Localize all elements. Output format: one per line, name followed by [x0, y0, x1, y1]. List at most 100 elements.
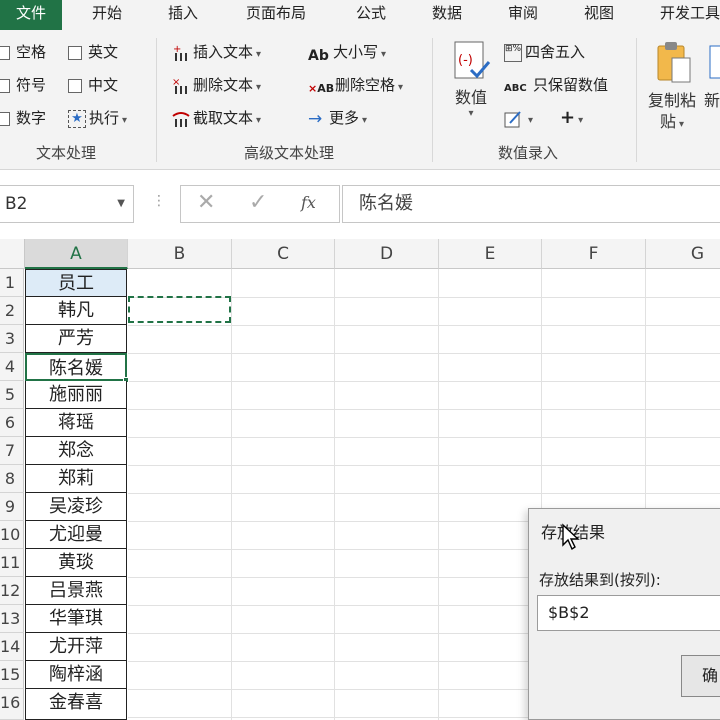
column-header-f[interactable]: F	[542, 239, 646, 269]
column-header-c[interactable]: C	[232, 239, 335, 269]
target-range-input[interactable]: $B$2	[537, 595, 720, 631]
active-cell[interactable]: 陈名媛	[25, 353, 127, 381]
numeric-group-label: 数值录入	[498, 144, 559, 162]
clipboard-icon	[657, 42, 691, 83]
column-header-b[interactable]: B	[128, 239, 232, 269]
table-cell[interactable]: 华筆琪	[25, 605, 127, 633]
confirm-button[interactable]: 确	[681, 655, 720, 697]
star-icon: ★	[68, 109, 86, 128]
chinese-checkbox[interactable]: 中文	[68, 73, 118, 97]
select-all-corner[interactable]	[0, 239, 25, 269]
table-cell[interactable]: 尤开萍	[25, 633, 127, 661]
execute-button[interactable]: ★ 执行 ▾	[68, 106, 127, 130]
group-divider	[636, 38, 637, 162]
ribbon-tab-bar: 文件 开始 插入 页面布局 公式 数据 审阅 视图 开发工具	[0, 0, 720, 30]
row-header[interactable]: 3	[0, 325, 24, 353]
cancel-icon[interactable]: ✕	[197, 190, 215, 215]
copy-paste-button[interactable]: 复制粘 贴 ▾	[642, 40, 702, 150]
tab-insert[interactable]: 插入	[168, 0, 198, 30]
tab-view[interactable]: 视图	[584, 0, 614, 30]
row-header[interactable]: 12	[0, 577, 24, 605]
row-header[interactable]: 4	[0, 353, 24, 381]
gridline	[128, 381, 720, 382]
tab-file[interactable]: 文件	[0, 0, 62, 30]
confirm-icon[interactable]: ✓	[249, 190, 267, 215]
symbol-checkbox[interactable]: 符号	[0, 73, 46, 97]
table-cell[interactable]: 黄琰	[25, 549, 127, 577]
more-options-icon[interactable]: ⋮	[152, 193, 166, 209]
table-cell[interactable]: 吴凌珍	[25, 493, 127, 521]
chevron-down-icon[interactable]: ▼	[117, 186, 125, 222]
insert-text-button[interactable]: + 插入文本 ▾	[172, 40, 261, 64]
tab-data[interactable]: 数据	[432, 0, 462, 30]
function-icon[interactable]: fx	[301, 193, 316, 212]
row-header[interactable]: 14	[0, 633, 24, 661]
group-divider	[432, 38, 433, 162]
delete-spaces-button[interactable]: ×AB删除空格 ▾	[308, 73, 403, 97]
row-header[interactable]: 6	[0, 409, 24, 437]
ribbon: 空格 符号 数字 英文 中文 ★ 执行 ▾ 文本处理 + 插入文本 ▾ × 删除文本 ▾ 截…	[0, 30, 720, 170]
table-cell[interactable]: 郑莉	[25, 465, 127, 493]
extract-text-button[interactable]: 截取文本 ▾	[172, 106, 261, 130]
table-cell[interactable]: 陶梓涵	[25, 661, 127, 689]
insert-text-icon: +	[172, 44, 190, 62]
column-header-g[interactable]: G	[646, 239, 720, 269]
row-header[interactable]: 16	[0, 689, 24, 720]
tab-formulas[interactable]: 公式	[356, 0, 386, 30]
table-cell[interactable]: 尤迎曼	[25, 521, 127, 549]
row-header[interactable]: 15	[0, 661, 24, 689]
table-cell[interactable]: 韩凡	[25, 297, 127, 325]
table-cell[interactable]: 施丽丽	[25, 381, 127, 409]
new-icon	[709, 45, 720, 79]
row-header[interactable]: 10	[0, 521, 24, 549]
number-checkbox[interactable]: 数字	[0, 106, 46, 130]
row-header[interactable]: 5	[0, 381, 24, 409]
gridline	[334, 269, 335, 720]
edit-button[interactable]: ▾	[504, 106, 533, 130]
new-button[interactable]: 新	[704, 40, 720, 150]
column-header-d[interactable]: D	[335, 239, 439, 269]
delete-text-button[interactable]: × 删除文本 ▾	[172, 73, 261, 97]
english-checkbox[interactable]: 英文	[68, 40, 118, 64]
numeric-value-icon: (-)	[454, 41, 491, 79]
round-icon: ⊞%	[504, 43, 522, 62]
plus-button[interactable]: + ▾	[560, 106, 583, 130]
gridline	[128, 409, 720, 410]
tab-developer[interactable]: 开发工具	[660, 0, 720, 30]
space-checkbox[interactable]: 空格	[0, 40, 46, 64]
table-cell[interactable]: 员工	[25, 269, 127, 297]
name-box[interactable]: B2 ▼	[0, 185, 134, 223]
gridline	[128, 493, 720, 494]
row-header[interactable]: 11	[0, 549, 24, 577]
table-cell[interactable]: 郑念	[25, 437, 127, 465]
table-cell[interactable]: 蒋瑶	[25, 409, 127, 437]
more-button[interactable]: → 更多 ▾	[308, 106, 367, 130]
tab-home[interactable]: 开始	[92, 0, 122, 30]
row-header[interactable]: 2	[0, 297, 24, 325]
gridline	[128, 437, 720, 438]
row-header[interactable]: 13	[0, 605, 24, 633]
numeric-value-button[interactable]: (-) 数值 ▾	[446, 40, 496, 136]
delete-text-icon: ×	[172, 77, 190, 95]
table-cell[interactable]: 金春喜	[25, 689, 127, 720]
mouse-cursor-icon	[562, 523, 580, 551]
formula-input[interactable]: 陈名媛	[342, 185, 720, 223]
extract-text-icon	[172, 110, 190, 128]
table-cell[interactable]: 吕景燕	[25, 577, 127, 605]
row-header[interactable]: 7	[0, 437, 24, 465]
copy-marquee-b2[interactable]	[128, 296, 231, 323]
gridline	[231, 269, 232, 720]
tab-review[interactable]: 审阅	[508, 0, 538, 30]
row-header[interactable]: 1	[0, 269, 24, 297]
column-header-a[interactable]: A	[25, 239, 128, 269]
gridline	[128, 465, 720, 466]
table-cell[interactable]: 严芳	[25, 325, 127, 353]
store-result-dialog: 存放结果 存放结果到(按列): $B$2 确	[528, 508, 720, 720]
case-button[interactable]: Ab 大小写 ▾	[308, 40, 386, 64]
keep-values-button[interactable]: ABC 只保留数值	[504, 73, 608, 97]
round-button[interactable]: ⊞% 四舍五入	[504, 40, 585, 64]
row-header[interactable]: 9	[0, 493, 24, 521]
tab-page-layout[interactable]: 页面布局	[246, 0, 306, 30]
row-header[interactable]: 8	[0, 465, 24, 493]
column-header-e[interactable]: E	[439, 239, 542, 269]
